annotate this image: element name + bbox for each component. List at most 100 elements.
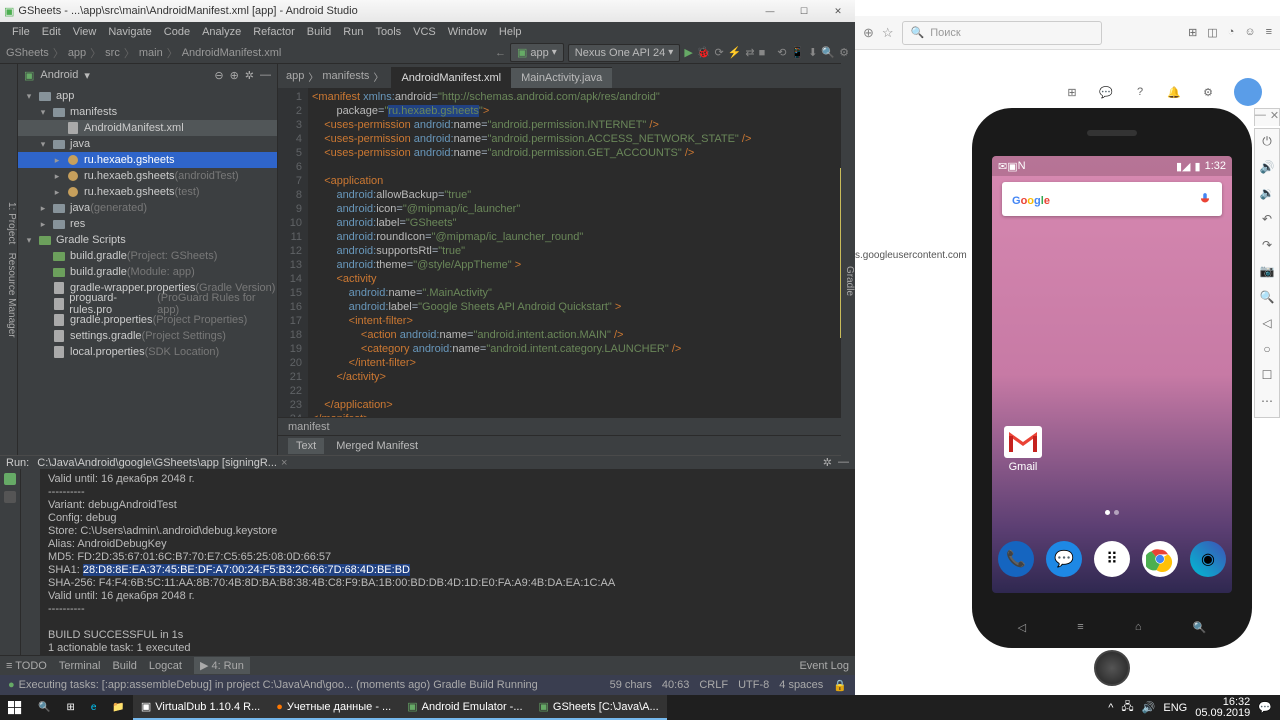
search-icon[interactable]: 🔍	[1193, 621, 1207, 634]
history-icon[interactable]: ◔	[1228, 26, 1235, 39]
tree-node[interactable]: ▸ru.hexaeb.gsheets (test)	[18, 184, 277, 200]
tray-up-icon[interactable]: ^	[1108, 702, 1113, 714]
left-tool-gutter[interactable]: 1: Project Resource Manager	[0, 64, 18, 455]
gmail-app[interactable]: Gmail	[1004, 426, 1042, 473]
taskview-button[interactable]: ⊞	[58, 695, 82, 720]
settings-icon[interactable]: ⚙	[1200, 84, 1216, 100]
tray-net-icon[interactable]: 🖧	[1121, 698, 1133, 717]
menu-icon[interactable]: ≡	[1266, 26, 1272, 39]
stop-icon[interactable]	[4, 491, 16, 503]
voldown-icon[interactable]: 🔉	[1259, 185, 1275, 201]
status-indent[interactable]: 4 spaces	[779, 679, 823, 692]
editor-tab-manifest[interactable]: AndroidManifest.xml	[391, 67, 511, 88]
home-button[interactable]	[1094, 650, 1130, 686]
code-editor[interactable]: 123456789101112131415161718192021222324 …	[278, 88, 855, 417]
apps-drawer-icon[interactable]: ⠿	[1094, 541, 1130, 577]
menu-tools[interactable]: Tools	[369, 26, 407, 38]
help-icon[interactable]: ?	[1132, 84, 1148, 100]
chat-icon[interactable]: 💬	[1098, 84, 1114, 100]
target-icon[interactable]: ⊕	[230, 69, 239, 82]
menu-view[interactable]: View	[67, 26, 103, 38]
code-content[interactable]: <manifest xmlns:android="http://schemas.…	[308, 88, 843, 417]
menu-code[interactable]: Code	[158, 26, 196, 38]
tool-terminal[interactable]: Terminal	[59, 660, 101, 672]
editor-tab-main[interactable]: MainActivity.java	[511, 67, 612, 88]
avd-icon[interactable]: 📱	[791, 46, 805, 59]
close-tab-icon[interactable]: ×	[281, 457, 287, 469]
taskbar-app-firefox[interactable]: ●Учетные данные - ...	[268, 695, 399, 720]
project-view-label[interactable]: Android	[40, 69, 78, 81]
bell-icon[interactable]: 🔔	[1166, 84, 1182, 100]
taskbar-app-virtualdub[interactable]: ▣VirtualDub 1.10.4 R...	[133, 695, 268, 720]
rerun-icon[interactable]	[4, 473, 16, 485]
star-icon[interactable]: ☆	[882, 25, 894, 41]
recents-nav-icon[interactable]: ☐	[1259, 367, 1275, 383]
back-icon[interactable]: ◁	[1018, 621, 1026, 634]
run-icon[interactable]: ▶	[684, 46, 692, 59]
power-icon[interactable]: ⏻	[1259, 133, 1275, 149]
start-button[interactable]	[0, 695, 30, 720]
tray-notif-icon[interactable]: 💬	[1258, 701, 1272, 714]
avatar[interactable]	[1234, 78, 1262, 106]
tree-node[interactable]: AndroidManifest.xml	[18, 120, 277, 136]
tool-icon[interactable]: ⚡	[728, 46, 742, 59]
zoom-icon[interactable]: 🔍	[1259, 289, 1275, 305]
crumb[interactable]: app	[68, 47, 86, 59]
mic-icon[interactable]	[1198, 192, 1212, 206]
google-search-widget[interactable]: Google	[1002, 182, 1222, 216]
home-icon[interactable]: ⌂	[1135, 621, 1142, 634]
edge-icon[interactable]: e	[83, 695, 105, 720]
camera-icon[interactable]: 📷	[1259, 263, 1275, 279]
home-nav-icon[interactable]: ○	[1259, 341, 1275, 357]
chrome-app-icon[interactable]	[1142, 541, 1178, 577]
tree-node[interactable]: proguard-rules.pro (ProGuard Rules for a…	[18, 296, 277, 312]
camera-app-icon[interactable]: ◉	[1190, 541, 1226, 577]
project-tree[interactable]: ▾app▾manifestsAndroidManifest.xml▾java▸r…	[18, 86, 277, 455]
sync-icon[interactable]: ⟲	[777, 46, 786, 59]
attach-icon[interactable]: ⇄	[745, 46, 754, 59]
tree-node[interactable]: local.properties (SDK Location)	[18, 344, 277, 360]
tree-node[interactable]: gradle.properties (Project Properties)	[18, 312, 277, 328]
taskbar-app-studio[interactable]: ▣GSheets [C:\Java\A...	[531, 695, 667, 720]
search-icon[interactable]: 🔍	[821, 46, 835, 59]
nav-crumb[interactable]: app	[286, 70, 304, 82]
run-config-device[interactable]: Nexus One API 24 ▾	[568, 44, 681, 62]
crumb[interactable]: src	[105, 47, 120, 59]
tool-build[interactable]: Build	[112, 660, 136, 672]
tree-node[interactable]: ▾manifests	[18, 104, 277, 120]
gear-icon[interactable]: ✲	[245, 69, 254, 82]
collapse-icon[interactable]: ⊖	[214, 69, 223, 82]
rotate-right-icon[interactable]: ↷	[1259, 237, 1275, 253]
rotate-left-icon[interactable]: ↶	[1259, 211, 1275, 227]
menu-window[interactable]: Window	[442, 26, 493, 38]
menu-run[interactable]: Run	[337, 26, 369, 38]
console-output[interactable]: Valid until: 16 декабря 2048 г. --------…	[40, 469, 855, 672]
tree-node[interactable]: ▸java (generated)	[18, 200, 277, 216]
tray-date[interactable]: 05.09.2019	[1195, 708, 1250, 719]
maximize-button[interactable]: ☐	[791, 3, 817, 19]
tree-node[interactable]: settings.gradle (Project Settings)	[18, 328, 277, 344]
volup-icon[interactable]: 🔊	[1259, 159, 1275, 175]
console-settings-icon[interactable]: ✲	[823, 456, 832, 469]
tool-logcat[interactable]: Logcat	[149, 660, 182, 672]
back-nav-icon[interactable]: ◁	[1259, 315, 1275, 331]
tree-node[interactable]: ▾app	[18, 88, 277, 104]
profile-icon[interactable]: ☺	[1244, 26, 1255, 39]
tree-node[interactable]: ▸ru.hexaeb.gsheets (androidTest)	[18, 168, 277, 184]
menu-build[interactable]: Build	[301, 26, 337, 38]
messages-app-icon[interactable]: 💬	[1046, 541, 1082, 577]
hide-icon[interactable]: —	[260, 69, 271, 82]
tab-merged[interactable]: Merged Manifest	[336, 440, 418, 452]
emu-minimize[interactable]: —	[1255, 109, 1266, 126]
tabs-icon[interactable]: ◫	[1207, 26, 1217, 39]
back-icon[interactable]: ←	[495, 47, 506, 59]
menu-analyze[interactable]: Analyze	[196, 26, 247, 38]
apps-icon[interactable]: ⊞	[1064, 84, 1080, 100]
crumb[interactable]: GSheets	[6, 47, 49, 59]
crumb[interactable]: main	[139, 47, 163, 59]
taskbar-app-emulator[interactable]: ▣Android Emulator -...	[399, 695, 530, 720]
menu-file[interactable]: File	[6, 26, 36, 38]
recents-icon[interactable]: ≡	[1077, 621, 1083, 634]
tray-lang[interactable]: ENG	[1163, 702, 1187, 714]
ext-icon[interactable]: ⊞	[1188, 26, 1197, 39]
